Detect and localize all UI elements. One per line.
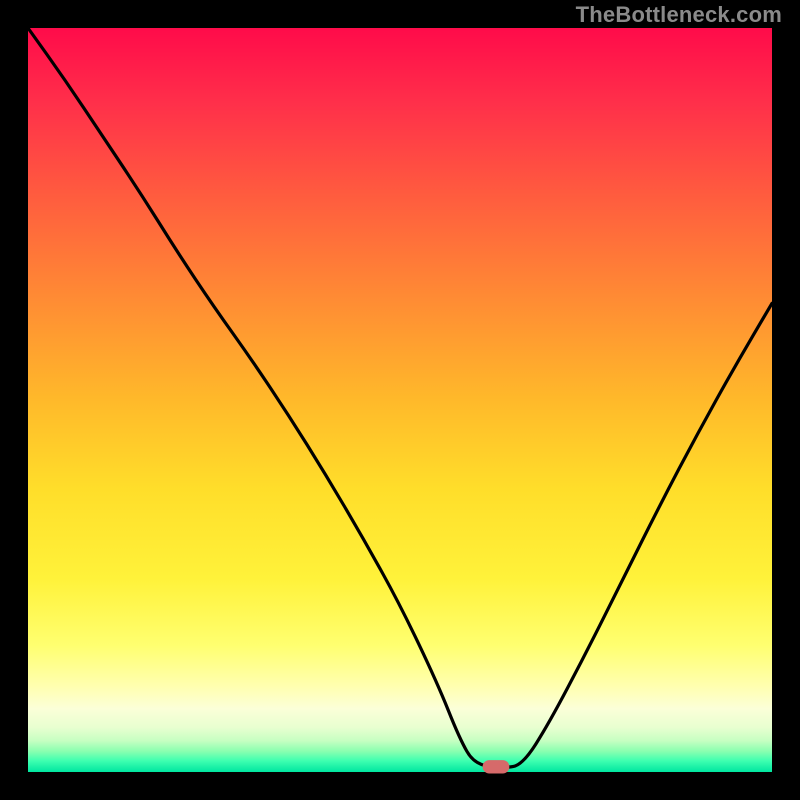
bottleneck-chart	[0, 0, 800, 800]
plot-background	[28, 28, 772, 772]
optimal-marker	[483, 760, 510, 773]
watermark-text: TheBottleneck.com	[576, 2, 782, 28]
chart-frame: TheBottleneck.com	[0, 0, 800, 800]
